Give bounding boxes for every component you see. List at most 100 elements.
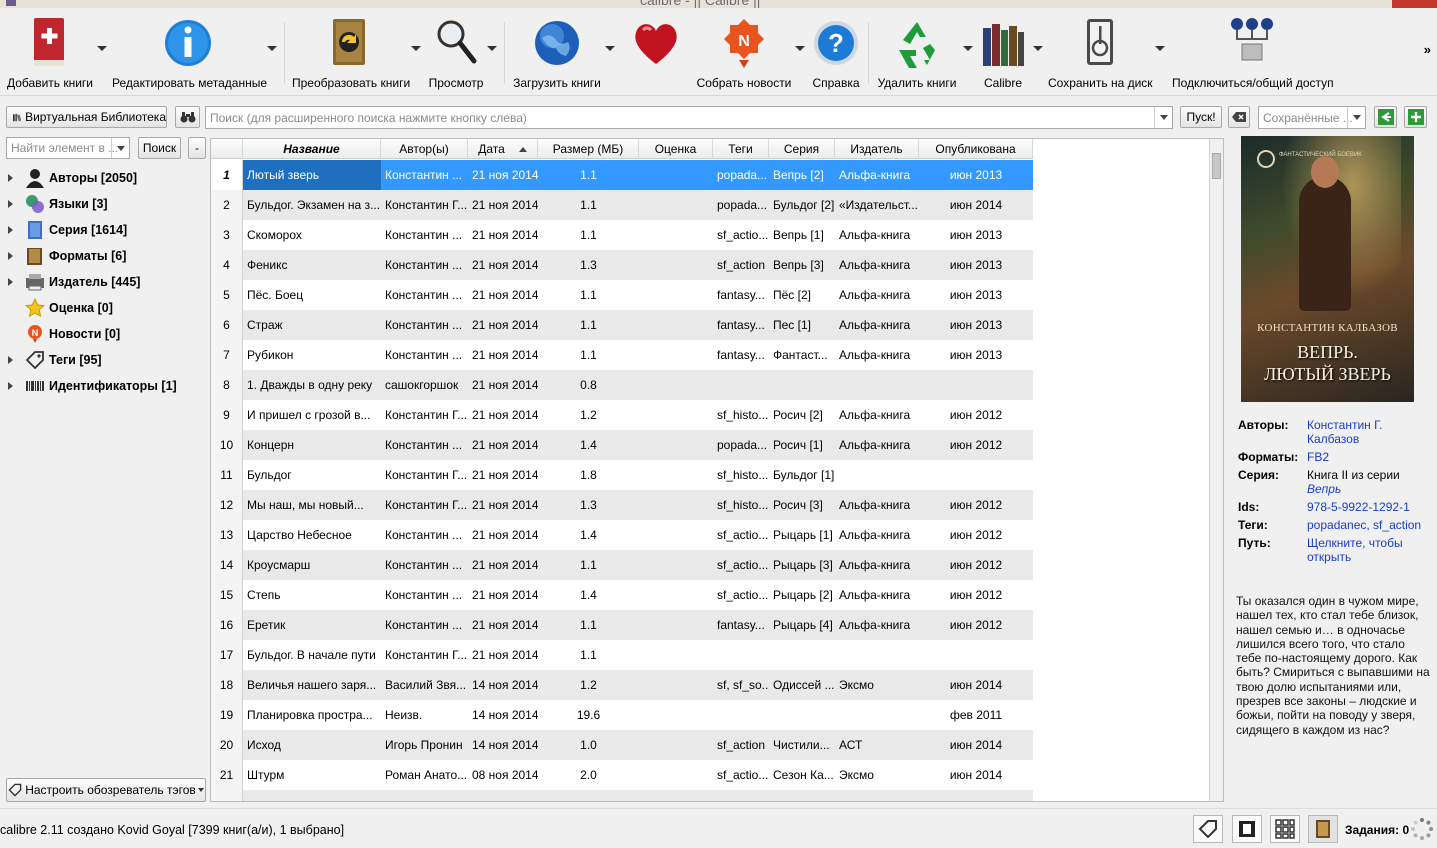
cell-rating[interactable] [639,700,713,730]
cell-rating[interactable] [639,610,713,640]
cell-published[interactable]: июн 2013 [919,310,1033,340]
clear-search-button[interactable] [1228,106,1250,128]
cell-rating[interactable] [639,340,713,370]
search-input[interactable]: Поиск (для расширенного поиска нажмите к… [205,106,1173,129]
cell-tags[interactable]: sf_actio... [713,550,769,580]
cell-size[interactable] [538,790,639,801]
cell-size[interactable]: 19.6 [538,700,639,730]
tag-category-languages[interactable]: Языки [3] [8,192,108,216]
get-books-dropdown[interactable] [604,8,616,96]
cell-title[interactable]: Феникс [243,250,381,280]
expand-arrow-icon[interactable] [8,382,13,390]
cell-author[interactable] [381,790,468,801]
cell-publisher[interactable] [835,640,919,670]
format-link[interactable]: FB2 [1307,450,1329,464]
cell-published[interactable]: июн 2012 [919,400,1033,430]
cell-published[interactable] [919,790,1033,801]
book-details-toggle-button[interactable] [1308,815,1338,843]
cell-series[interactable]: Рыцарь [1] [769,520,835,550]
cell-publisher[interactable]: Альфа-книга [835,580,919,610]
cell-tags[interactable]: fantasy... [713,610,769,640]
cell-date[interactable]: 21 ноя 2014 [468,280,538,310]
tag-browser-find-input[interactable]: Найти элемент в ... [6,137,130,159]
convert-books-button[interactable]: Преобразовать книги [292,8,410,96]
cell-rating[interactable] [639,520,713,550]
cell-published[interactable]: июн 2012 [919,430,1033,460]
cell-title[interactable]: Величья нашего заря... [243,670,381,700]
row-number[interactable]: 14 [211,550,243,580]
cell-author[interactable]: Константин ... [381,580,468,610]
cell-publisher[interactable]: Альфа-книга [835,520,919,550]
connect-share-button[interactable]: Подключиться/общий доступ [1172,8,1334,96]
cell-rating[interactable] [639,370,713,400]
cell-rating[interactable] [639,670,713,700]
fetch-news-button[interactable]: N Собрать новости [696,8,792,96]
cell-series[interactable]: Пёс [2] [769,280,835,310]
row-number[interactable]: 15 [211,580,243,610]
cell-author[interactable]: Константин ... [381,610,468,640]
cell-publisher[interactable] [835,460,919,490]
cell-author[interactable]: Роман Анато... [381,760,468,790]
table-row[interactable]: 18 Величья нашего заря... Василий Звя... 14… [211,670,1033,700]
row-number[interactable]: 4 [211,250,243,280]
column-header-published[interactable]: Опубликована [919,139,1033,159]
table-row[interactable]: 8 1. Дважды в одну реку сашокгоршок 21 ноя … [211,370,1033,400]
row-number[interactable]: 19 [211,700,243,730]
tag-category-authors[interactable]: Авторы [2050] [8,166,137,190]
cell-title[interactable]: Бульдог [243,460,381,490]
row-number[interactable] [211,790,243,801]
cell-rating[interactable] [639,790,713,801]
cell-published[interactable] [919,370,1033,400]
cell-title[interactable] [243,790,381,801]
cell-publisher[interactable]: Альфа-книга [835,430,919,460]
table-row[interactable]: 17 Бульдог. В начале пути Константин Г... 2… [211,640,1033,670]
advanced-search-button[interactable] [175,106,200,128]
cell-rating[interactable] [639,760,713,790]
column-header-date[interactable]: Дата [468,139,538,159]
expand-arrow-icon[interactable] [8,252,13,260]
table-row[interactable]: 4 Феникс Константин ... 21 ноя 2014 1.3 sf_ac… [211,250,1033,280]
cell-title[interactable]: Пёс. Боец [243,280,381,310]
column-header-series[interactable]: Серия [769,139,835,159]
cell-tags[interactable]: popada... [713,430,769,460]
cell-published[interactable]: июн 2013 [919,280,1033,310]
cell-published[interactable]: июн 2012 [919,580,1033,610]
close-window-button[interactable] [1392,0,1437,8]
add-books-button[interactable]: Добавить книги [4,8,96,96]
cell-title[interactable]: Планировка простра... [243,700,381,730]
cell-series[interactable]: Фантаст... [769,340,835,370]
cell-date[interactable]: 21 ноя 2014 [468,490,538,520]
cell-tags[interactable]: sf_actio... [713,760,769,790]
copy-search-button[interactable] [1404,106,1427,128]
cell-author[interactable]: Константин Г... [381,400,468,430]
cell-title[interactable]: Мы наш, мы новый... [243,490,381,520]
cell-size[interactable]: 1.2 [538,400,639,430]
cell-rating[interactable] [639,280,713,310]
cell-title[interactable]: Штурм [243,760,381,790]
cell-series[interactable]: Вепрь [2] [769,160,835,190]
cell-date[interactable]: 14 ноя 2014 [468,730,538,760]
row-number[interactable]: 20 [211,730,243,760]
cell-published[interactable]: июн 2013 [919,250,1033,280]
cell-publisher[interactable]: Альфа-книга [835,550,919,580]
cell-published[interactable] [919,640,1033,670]
cell-series[interactable]: Росич [1] [769,430,835,460]
cell-publisher[interactable] [835,790,919,801]
cell-date[interactable]: 21 ноя 2014 [468,580,538,610]
cell-series[interactable] [769,370,835,400]
vertical-scrollbar[interactable] [1209,139,1223,801]
cell-publisher[interactable]: Альфа-книга [835,310,919,340]
cell-publisher[interactable]: Эксмо [835,670,919,700]
table-row[interactable]: 15 Степь Константин ... 21 ноя 2014 1.4 sf_ac… [211,580,1033,610]
cell-tags[interactable]: popada... [713,190,769,220]
calibre-library-button[interactable]: Calibre [978,8,1028,96]
cell-size[interactable]: 1.8 [538,460,639,490]
cell-title[interactable]: Скоморох [243,220,381,250]
cell-author[interactable]: Константин Г... [381,460,468,490]
cell-publisher[interactable]: Альфа-книга [835,250,919,280]
save-search-button[interactable] [1374,106,1397,128]
cell-title[interactable]: Исход [243,730,381,760]
cell-series[interactable]: Рыцарь [2] [769,580,835,610]
cell-title[interactable]: Кроусмарш [243,550,381,580]
cell-publisher[interactable]: «Издательст... [835,190,919,220]
